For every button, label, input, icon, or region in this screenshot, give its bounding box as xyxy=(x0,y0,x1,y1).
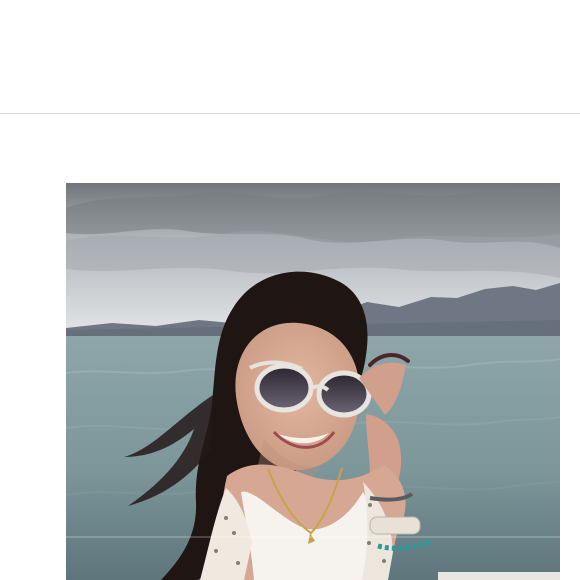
smart-watch-band xyxy=(369,516,421,535)
blank-header-area xyxy=(0,0,580,114)
photo-frame xyxy=(66,183,560,580)
portrait-photo xyxy=(66,183,560,580)
left-sunglasses-lens xyxy=(254,363,314,413)
boat-edge xyxy=(438,572,560,580)
page-canvas xyxy=(0,0,580,580)
header-divider xyxy=(0,113,580,114)
